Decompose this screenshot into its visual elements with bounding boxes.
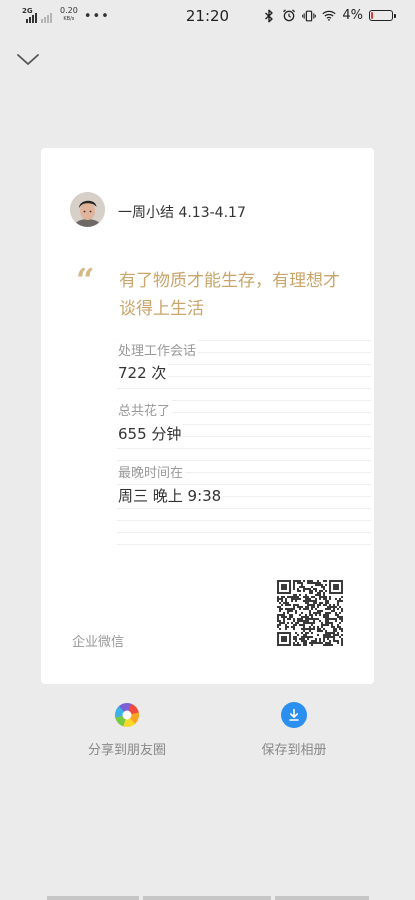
stat-duration-value: 655 分钟 <box>118 423 184 444</box>
weekly-summary-card: 一周小结 4.13-4.17 “ 有了物质才能生存，有理想才谈得上生活 处理工作… <box>41 148 374 684</box>
battery-icon <box>369 10 396 21</box>
collapse-button[interactable] <box>14 48 42 72</box>
avatar <box>70 192 105 227</box>
summary-title: 一周小结 4.13-4.17 <box>118 205 246 221</box>
save-to-album-button[interactable]: 保存到相册 <box>224 702 364 758</box>
gesture-bar-right <box>275 896 369 900</box>
status-right: 4% <box>262 8 396 23</box>
vibrate-icon <box>302 9 317 23</box>
quote-mark-icon: “ <box>76 261 95 299</box>
battery-level <box>371 12 373 19</box>
share-moments-button[interactable]: 分享到朋友圈 <box>57 702 197 758</box>
brand-label: 企业微信 <box>72 635 125 650</box>
stat-sessions-label: 处理工作会话 <box>118 340 199 359</box>
share-moments-label: 分享到朋友圈 <box>87 743 166 758</box>
download-icon <box>281 702 307 728</box>
alarm-icon <box>282 9 296 23</box>
gesture-bar-left <box>47 896 139 900</box>
stat-sessions-value: 722 次 <box>118 362 169 383</box>
status-bar: 2G 0.20 KB/s ••• 21:20 4% <box>0 0 415 34</box>
stat-latest-value: 周三 晚上 9:38 <box>118 485 224 506</box>
gesture-bar-center <box>143 896 271 900</box>
moments-icon <box>114 702 140 728</box>
save-to-album-label: 保存到相册 <box>261 743 327 758</box>
stat-duration-label: 总共花了 <box>118 400 173 419</box>
bluetooth-icon <box>262 9 276 23</box>
qr-code <box>277 580 343 646</box>
quote-text: 有了物质才能生存，有理想才谈得上生活 <box>119 271 340 319</box>
stat-latest-label: 最晚时间在 <box>118 462 186 481</box>
chevron-down-icon <box>17 54 39 65</box>
wifi-icon <box>322 9 336 23</box>
battery-percent: 4% <box>342 8 363 23</box>
